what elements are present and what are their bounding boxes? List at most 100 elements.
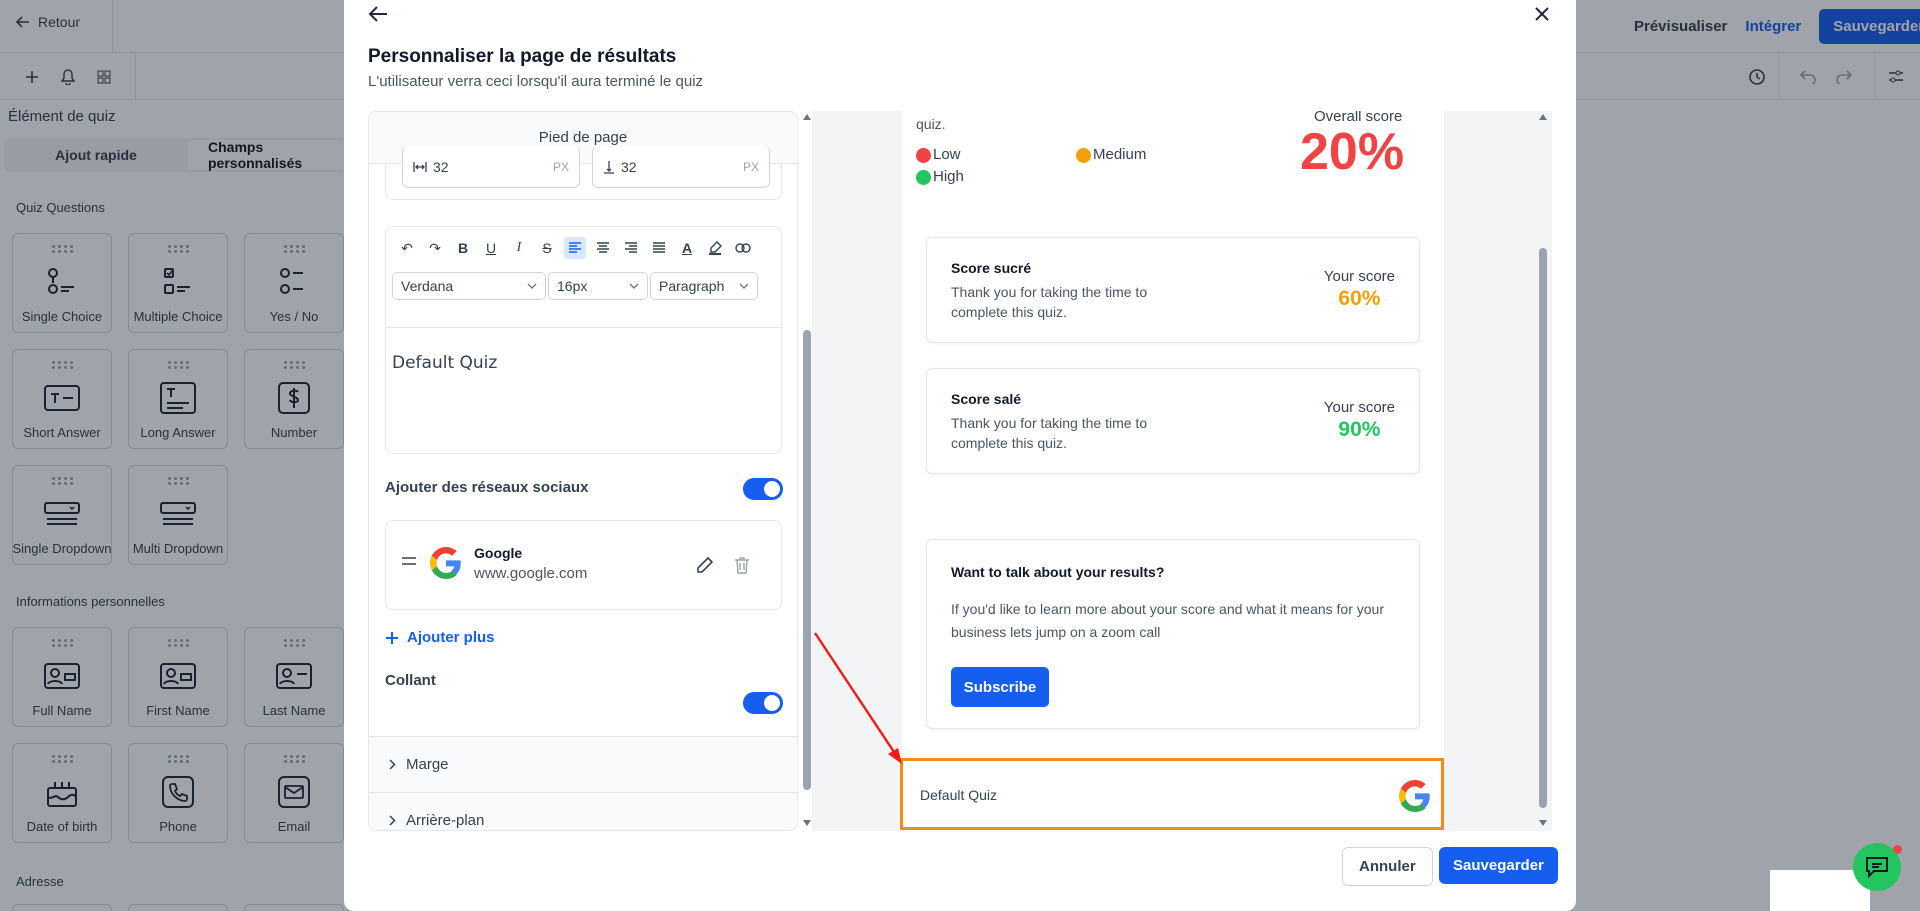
your-score-value: 60% — [1338, 287, 1381, 310]
chat-icon — [1864, 855, 1890, 879]
results-preview: quiz. Low Medium High Overall score 20% … — [812, 111, 1552, 831]
redo-icon[interactable]: ↷ — [424, 237, 446, 259]
width-value: 32 — [433, 158, 449, 175]
cta-card: Want to talk about your results? If you'… — [926, 539, 1420, 729]
accordion-label: Arrière-plan — [406, 812, 485, 829]
align-right-icon[interactable] — [620, 237, 642, 259]
width-icon — [413, 161, 427, 173]
add-more-label: Ajouter plus — [407, 629, 495, 646]
sticky-label: Collant — [385, 672, 436, 689]
social-name: Google — [474, 545, 523, 561]
preview-scrollbar[interactable] — [1538, 114, 1548, 830]
height-input[interactable]: 32 PX — [592, 146, 770, 188]
score-card: Score sucré Thank you for taking the tim… — [926, 237, 1420, 343]
chat-widget-button[interactable] — [1853, 843, 1902, 891]
scroll-down-icon[interactable] — [1539, 820, 1547, 826]
plus-icon — [385, 631, 399, 645]
drag-handle-icon[interactable] — [402, 557, 416, 565]
subscribe-button[interactable]: Subscribe — [951, 667, 1049, 707]
score-card: Score salé Thank you for taking the time… — [926, 368, 1420, 474]
bold-icon[interactable]: B — [452, 237, 474, 259]
align-left-icon[interactable] — [564, 237, 586, 259]
legend-label: Low — [933, 146, 961, 163]
score-title: Score sucré — [951, 260, 1032, 276]
annotation-arrow-icon — [814, 632, 902, 764]
undo-icon[interactable]: ↶ — [396, 237, 418, 259]
font-family-value: Verdana — [401, 278, 454, 294]
close-icon[interactable] — [1535, 7, 1549, 21]
score-title: Score salé — [951, 391, 1022, 407]
cta-title: Want to talk about your results? — [951, 564, 1165, 580]
accordion-margin[interactable]: Marge — [369, 736, 797, 792]
size-inputs-group: 32 PX 32 PX — [385, 146, 782, 200]
google-logo-icon[interactable] — [1399, 780, 1431, 812]
results-page-modal: Personnaliser la page de résultats L'uti… — [344, 0, 1576, 911]
legend-label: Medium — [1093, 146, 1147, 163]
underline-icon[interactable]: U — [480, 237, 502, 259]
block-type-select[interactable]: Paragraph — [650, 272, 758, 300]
block-type-value: Paragraph — [659, 278, 725, 294]
modal-subtitle: L'utilisateur verra ceci lorsqu'il aura … — [368, 73, 704, 90]
trash-icon[interactable] — [734, 556, 750, 574]
google-logo-icon — [430, 547, 462, 579]
cancel-button[interactable]: Annuler — [1342, 847, 1433, 886]
footer-preview-text: Default Quiz — [920, 787, 998, 803]
sticky-toggle[interactable] — [743, 692, 783, 714]
add-more-button[interactable]: Ajouter plus — [385, 629, 495, 646]
highlight-icon[interactable] — [704, 237, 726, 259]
chevron-down-icon — [527, 283, 537, 289]
scroll-up-icon[interactable] — [803, 114, 811, 120]
legend-high: High — [916, 168, 964, 185]
legend-medium: Medium — [1076, 146, 1146, 163]
social-label: Ajouter des réseaux sociaux — [385, 479, 589, 496]
your-score-value: 90% — [1338, 418, 1381, 441]
overall-score-value: 20% — [1300, 123, 1405, 181]
your-score-label: Your score — [1323, 399, 1395, 416]
your-score-label: Your score — [1323, 268, 1395, 285]
your-score: Your score 90% — [1324, 399, 1395, 442]
footer-preview-highlight[interactable]: Default Quiz — [900, 758, 1444, 830]
preview-page: quiz. Low Medium High Overall score 20% … — [902, 111, 1444, 831]
rich-text-editor: ↶ ↷ B U I S A Verdana 16px Paragraph Def… — [385, 226, 782, 454]
cta-body: If you'd like to learn more about your s… — [951, 601, 1385, 640]
chevron-down-icon — [739, 283, 749, 289]
italic-icon[interactable]: I — [508, 237, 530, 259]
legend-label: High — [933, 168, 964, 185]
social-url: www.google.com — [474, 565, 588, 582]
align-center-icon[interactable] — [592, 237, 614, 259]
accordion-label: Marge — [406, 756, 449, 773]
social-toggle[interactable] — [743, 478, 783, 500]
legend-dot — [916, 169, 931, 185]
save-button[interactable]: Sauvegarder — [1439, 847, 1558, 884]
rte-content[interactable]: Default Quiz — [392, 353, 497, 373]
your-score: Your score 60% — [1324, 268, 1395, 311]
score-description: Thank you for taking the time to complet… — [951, 284, 1148, 320]
width-input[interactable]: 32 PX — [402, 146, 580, 188]
notification-dot — [1893, 845, 1902, 854]
pencil-icon[interactable] — [696, 556, 714, 574]
footer-editor-panel: Pied de page 32 PX 32 PX ↶ ↷ B U I S A V… — [368, 111, 798, 831]
font-family-select[interactable]: Verdana — [392, 272, 546, 300]
rte-toolbar: ↶ ↷ B U I S A — [396, 237, 754, 259]
modal-title: Personnaliser la page de résultats — [368, 46, 677, 67]
scroll-up-icon[interactable] — [1539, 114, 1547, 120]
legend-dot — [1076, 147, 1091, 163]
chevron-right-icon — [389, 759, 396, 770]
height-value: 32 — [621, 158, 637, 175]
scrollbar-thumb[interactable] — [1539, 248, 1547, 808]
align-justify-icon[interactable] — [648, 237, 670, 259]
scroll-down-icon[interactable] — [803, 820, 811, 826]
arrow-left-icon[interactable] — [368, 5, 388, 23]
accordion-background[interactable]: Arrière-plan — [369, 792, 797, 830]
unit-label: PX — [552, 159, 569, 174]
font-size-value: 16px — [557, 278, 588, 294]
text-color-icon[interactable]: A — [676, 237, 698, 259]
chevron-down-icon — [629, 283, 639, 289]
score-description: Thank you for taking the time to complet… — [951, 415, 1148, 451]
font-size-select[interactable]: 16px — [548, 272, 648, 300]
strikethrough-icon[interactable]: S — [536, 237, 558, 259]
link-icon[interactable] — [732, 237, 754, 259]
unit-label: PX — [742, 159, 759, 174]
divider — [386, 327, 781, 328]
chevron-right-icon — [389, 815, 396, 826]
